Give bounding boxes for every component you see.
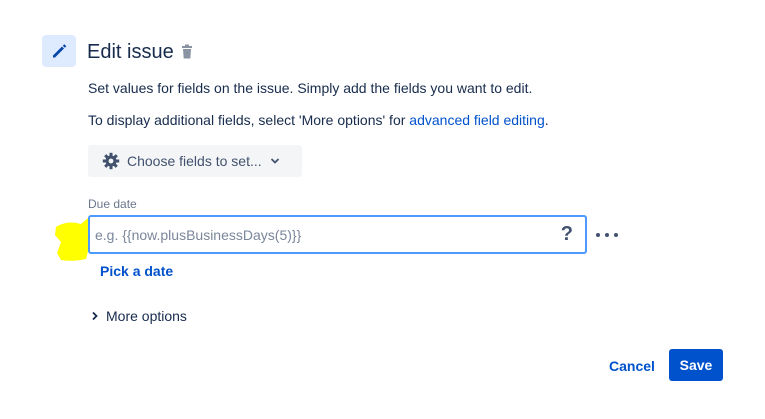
choose-fields-button[interactable]: Choose fields to set...: [88, 145, 302, 177]
more-options-label: More options: [106, 308, 187, 324]
due-date-input[interactable]: [95, 217, 545, 252]
gear-icon: [102, 152, 120, 170]
description-line-2-suffix: .: [544, 112, 549, 128]
dot: [614, 233, 618, 237]
pencil-icon: [53, 44, 67, 58]
description-line-2: To display additional fields, select 'Mo…: [88, 111, 549, 129]
edit-issue-icon-tile: [42, 35, 76, 67]
description-line-2-prefix: To display additional fields, select 'Mo…: [88, 112, 410, 128]
more-options-toggle[interactable]: More options: [88, 308, 187, 324]
due-date-field[interactable]: ?: [88, 215, 587, 254]
dot: [605, 233, 609, 237]
cancel-button[interactable]: Cancel: [603, 350, 661, 381]
description-line-1: Set values for fields on the issue. Simp…: [88, 80, 533, 96]
page-title: Edit issue: [87, 41, 174, 63]
save-button[interactable]: Save: [669, 349, 723, 381]
chevron-right-icon: [88, 311, 102, 321]
trash-icon[interactable]: [180, 44, 194, 60]
dot: [596, 233, 600, 237]
due-date-label: Due date: [88, 197, 137, 211]
choose-fields-label: Choose fields to set...: [127, 153, 262, 169]
chevron-down-icon: [270, 156, 280, 166]
advanced-field-editing-link[interactable]: advanced field editing: [409, 112, 544, 128]
help-icon[interactable]: ?: [561, 224, 573, 244]
more-actions-icon[interactable]: [596, 226, 618, 244]
pick-a-date-link[interactable]: Pick a date: [100, 263, 173, 279]
